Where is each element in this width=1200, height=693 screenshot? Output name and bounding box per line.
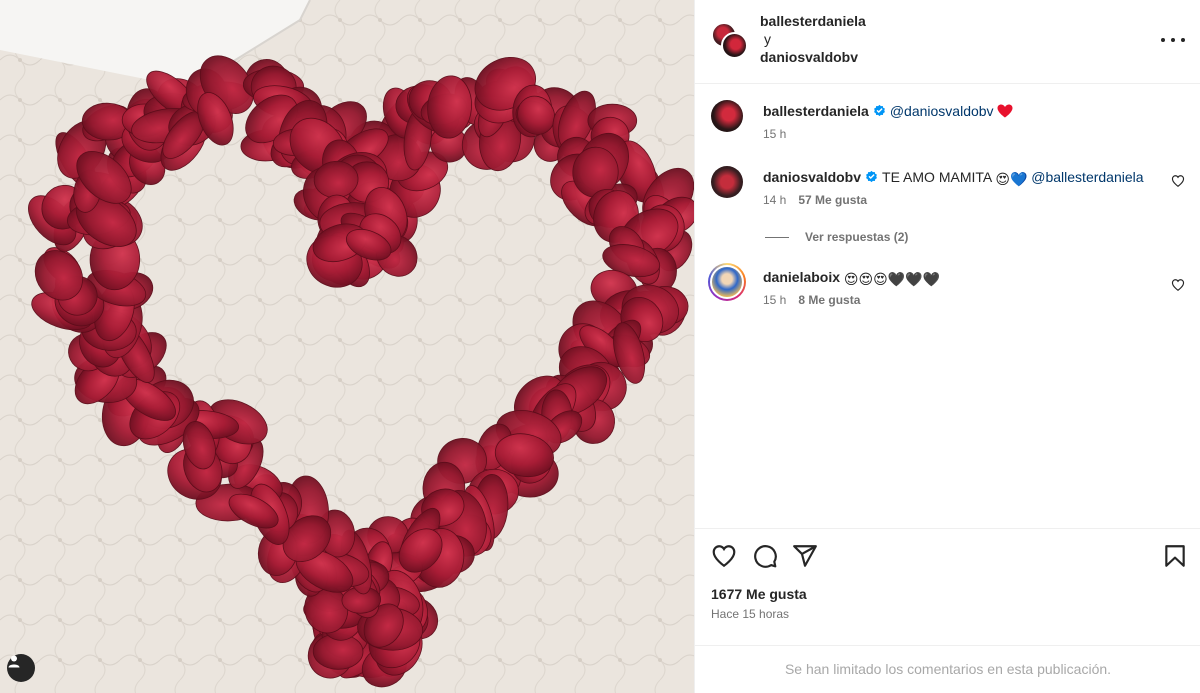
comment-text: danielaboix 😍😍😍🖤🖤🖤 (763, 268, 1155, 289)
comment-username[interactable]: danielaboix (763, 269, 840, 285)
comment-timestamp: 14 h (763, 193, 787, 207)
caption-text: ballesterdaniela @daniosvaldobv (763, 102, 1155, 122)
divider (765, 236, 789, 238)
comment-likes[interactable]: 8 Me gusta (798, 293, 860, 307)
comments-section: ballesterdaniela @daniosvaldobv 15 h dani… (695, 84, 1200, 528)
comment-mention[interactable]: @ballesterdaniela (1031, 169, 1143, 185)
author-username[interactable]: ballesterdaniela (760, 12, 866, 30)
likes-count[interactable]: 1677 Me gusta (711, 586, 807, 602)
avatar[interactable] (711, 166, 743, 198)
comment-icon[interactable] (752, 543, 778, 569)
post-actions: 1677 Me gusta Hace 15 horas Se han limit… (695, 528, 1200, 693)
comment-body: TE AMO MAMITA (882, 169, 992, 185)
comment-text: daniosvaldobv TE AMO MAMITA 😍💙 @ballester… (763, 168, 1155, 189)
heart-icon[interactable] (1171, 174, 1185, 188)
view-replies-button[interactable]: Ver respuestas (2) (765, 230, 908, 244)
comment-meta: 15 h 8 Me gusta (763, 292, 860, 308)
post-header: ballesterdaniela y daniosvaldobv (695, 0, 1200, 84)
comment-emojis: 😍💙 (995, 172, 1028, 188)
bookmark-icon[interactable] (1162, 543, 1188, 569)
caption-username[interactable]: ballesterdaniela (763, 103, 869, 119)
caption: ballesterdaniela @daniosvaldobv 15 h (711, 100, 1185, 144)
paper-plane-icon[interactable] (792, 543, 818, 569)
avatar (721, 32, 748, 59)
caption-timestamp: 15 h (763, 127, 787, 141)
caption-meta: 15 h (763, 126, 786, 142)
comment-emojis: 😍😍😍🖤🖤🖤 (843, 272, 941, 288)
post-photo[interactable] (0, 0, 694, 693)
collab-avatars[interactable] (711, 22, 749, 60)
comment-likes[interactable]: 57 Me gusta (798, 193, 867, 207)
comment-username[interactable]: daniosvaldobv (763, 169, 861, 185)
red-heart-emoji (997, 104, 1013, 122)
view-replies-label: Ver respuestas (2) (805, 230, 909, 244)
collaborator-username[interactable]: daniosvaldobv (760, 48, 866, 66)
avatar[interactable] (711, 100, 743, 132)
user-tag-button[interactable] (7, 654, 35, 682)
more-options-icon[interactable] (1161, 30, 1185, 50)
verified-badge-icon (866, 170, 877, 183)
avatar[interactable] (708, 263, 746, 301)
comment-meta: 14 h 57 Me gusta (763, 192, 867, 208)
post-side-panel: ballesterdaniela y daniosvaldobv ballest… (694, 0, 1200, 693)
post-timestamp: Hace 15 horas (711, 607, 790, 621)
comment-timestamp: 15 h (763, 293, 787, 307)
rose-petal-heart-image (0, 0, 694, 693)
user-tag-icon (8, 655, 20, 668)
conjunction-text: y (764, 31, 771, 47)
heart-icon[interactable] (711, 543, 737, 569)
comment-item: danielaboix 😍😍😍🖤🖤🖤 15 h 8 Me gusta (708, 263, 1185, 316)
collab-names: ballesterdaniela y daniosvaldobv (760, 12, 866, 66)
comments-limited-notice: Se han limitado los comentarios en esta … (695, 645, 1200, 693)
verified-badge-icon (873, 104, 885, 117)
caption-mention[interactable]: @daniosvaldobv (890, 103, 994, 119)
heart-icon[interactable] (1171, 278, 1185, 292)
